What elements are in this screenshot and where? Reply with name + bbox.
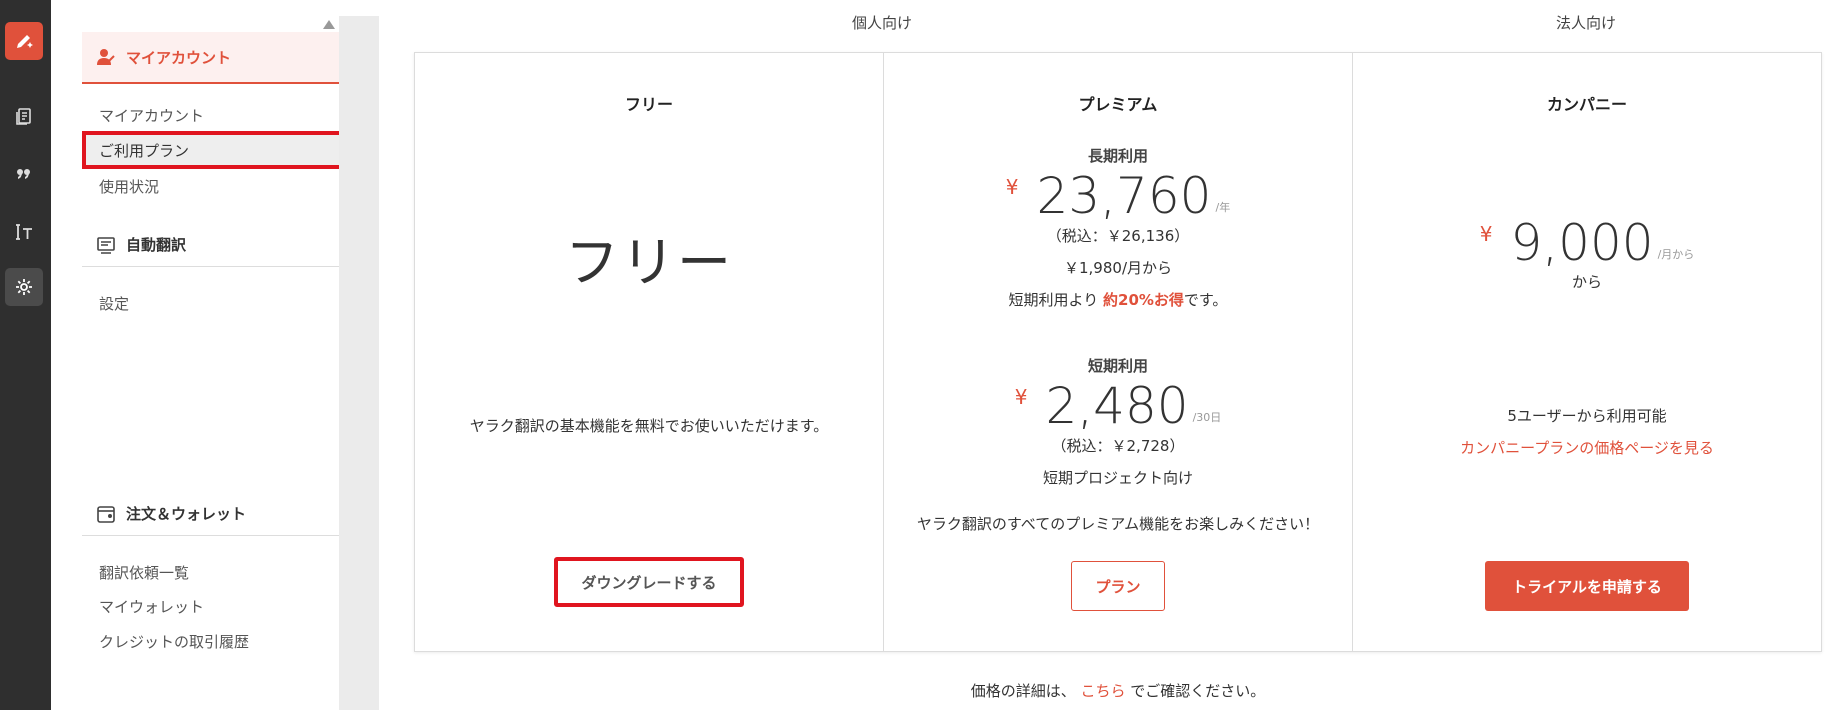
savings-accent: 約20%お得	[1103, 291, 1184, 309]
price-suffix: から	[1571, 273, 1602, 291]
long-term-price: ¥ 23,760 /年	[884, 171, 1352, 221]
long-term-monthly: ￥1,980/月から	[1064, 259, 1172, 277]
column-heading-corporate: 法人向け	[1555, 14, 1616, 32]
document-icon[interactable]	[5, 97, 43, 135]
sidebar-item-credit-history[interactable]: クレジットの取引履歴	[82, 624, 345, 658]
currency-symbol: ¥	[1479, 222, 1493, 246]
plan-title: プレミアム	[1078, 95, 1158, 114]
settings-sidebar: マイアカウント マイアカウント ご利用プラン 使用状況 自動翻訳 設定 注文＆ウ…	[51, 0, 345, 710]
long-term-label: 長期利用	[1087, 147, 1148, 165]
sidebar-item-my-account[interactable]: マイアカウント	[82, 98, 345, 132]
plan-card-premium: プレミアム 長期利用 ¥ 23,760 /年 （税込：￥26,136） ￥1,9…	[884, 53, 1353, 651]
trial-request-button[interactable]: トライアルを申請する	[1485, 561, 1689, 611]
footer-suffix: でご確認ください。	[1130, 682, 1266, 700]
free-plan-display: フリー	[565, 231, 733, 294]
short-term-note: 短期プロジェクト向け	[1042, 469, 1193, 487]
user-requirement: 5ユーザーから利用可能	[1507, 407, 1667, 425]
quote-icon[interactable]	[5, 155, 43, 193]
pricing-details-link[interactable]: こちら	[1080, 682, 1125, 700]
sidebar-section-auto-translate: 自動翻訳	[82, 223, 345, 267]
text-size-icon[interactable]	[5, 213, 43, 251]
scroll-gutter[interactable]	[339, 16, 379, 710]
sidebar-item-plan[interactable]: ご利用プラン	[82, 131, 345, 169]
plan-description: ヤラク翻訳のすべてのプレミアム機能をお楽しみください！	[916, 515, 1320, 533]
short-term-price: ¥ 2,480 /30日	[884, 381, 1352, 431]
price-amount: 2,480	[1045, 377, 1189, 435]
plan-description: ヤラク翻訳の基本機能を無料でお使いいただけます。	[469, 417, 829, 435]
plan-comparison: フリー フリー ヤラク翻訳の基本機能を無料でお使いいただけます。 ダウングレード…	[414, 52, 1822, 652]
gear-icon[interactable]	[5, 268, 43, 306]
monitor-icon	[97, 236, 115, 254]
price-unit: /月から	[1657, 248, 1695, 261]
footer-prefix: 価格の詳細は、	[970, 682, 1076, 700]
user-icon	[97, 49, 115, 65]
column-heading-personal: 個人向け	[851, 14, 912, 32]
plan-title: カンパニー	[1546, 95, 1627, 114]
wallet-icon	[97, 505, 115, 523]
premium-plan-button[interactable]: プラン	[1071, 561, 1165, 611]
price-unit: /30日	[1192, 411, 1222, 424]
sidebar-item-usage[interactable]: 使用状況	[82, 169, 345, 203]
sidebar-header-label: マイアカウント	[126, 48, 232, 67]
section-label: 自動翻訳	[126, 236, 187, 254]
price-unit: /年	[1215, 201, 1231, 214]
plan-card-company: カンパニー ¥ 9,000 /月から から 5ユーザーから利用可能 カンパニープ…	[1353, 53, 1821, 651]
section-label: 注文＆ウォレット	[126, 505, 247, 523]
sidebar-item-requests[interactable]: 翻訳依頼一覧	[82, 555, 345, 589]
short-term-label: 短期利用	[1087, 357, 1148, 375]
price-amount: 23,760	[1036, 167, 1212, 225]
plan-card-free: フリー フリー ヤラク翻訳の基本機能を無料でお使いいただけます。 ダウングレード…	[415, 53, 884, 651]
currency-symbol: ¥	[1014, 385, 1028, 409]
edit-icon[interactable]	[5, 22, 43, 60]
company-pricing-link[interactable]: カンパニープランの価格ページを見る	[1353, 437, 1821, 458]
price-amount: 9,000	[1510, 214, 1654, 272]
icon-rail	[0, 0, 51, 710]
sidebar-item-settings[interactable]: 設定	[82, 286, 345, 320]
pricing-details-note: 価格の詳細は、 こちら でご確認ください。	[414, 680, 1822, 701]
short-term-tax: （税込：￥2,728）	[1051, 437, 1185, 455]
scroll-up-arrow-icon[interactable]	[323, 20, 335, 29]
savings-suffix: です。	[1183, 291, 1228, 309]
downgrade-button[interactable]: ダウングレードする	[554, 557, 744, 607]
long-term-savings: 短期利用より 約20%お得です。	[884, 289, 1352, 310]
company-price: ¥ 9,000 /月から	[1353, 218, 1821, 268]
currency-symbol: ¥	[1005, 175, 1019, 199]
savings-prefix: 短期利用より	[1008, 291, 1104, 309]
sidebar-header-my-account[interactable]: マイアカウント	[82, 32, 345, 84]
sidebar-section-wallet: 注文＆ウォレット	[82, 492, 345, 536]
sidebar-item-wallet[interactable]: マイウォレット	[82, 589, 345, 623]
long-term-tax: （税込：￥26,136）	[1046, 227, 1190, 245]
plan-title: フリー	[624, 95, 673, 114]
